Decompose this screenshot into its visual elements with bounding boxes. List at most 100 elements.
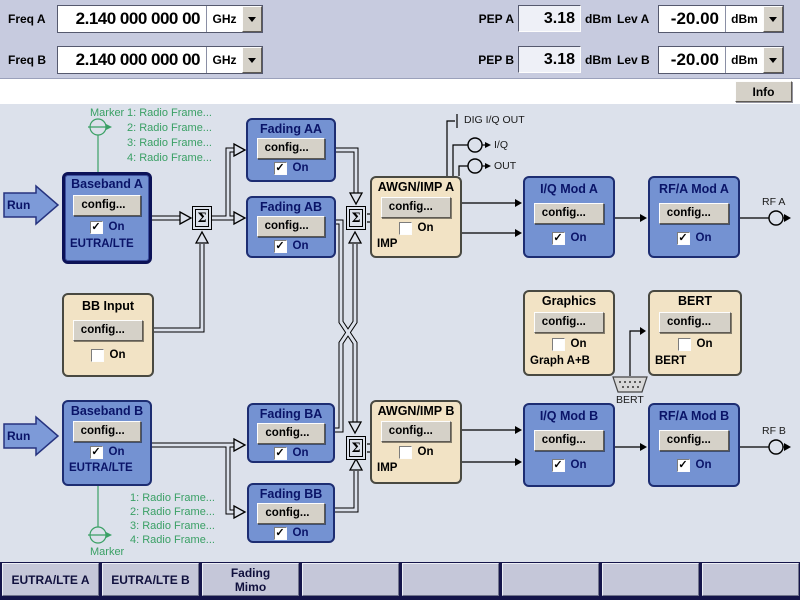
softkey-eutra-lte-a[interactable]: EUTRA/LTE A bbox=[2, 563, 99, 596]
config-button[interactable]: config... bbox=[659, 312, 731, 333]
on-label: On bbox=[293, 527, 309, 539]
on-checkbox[interactable]: ✓ bbox=[552, 459, 565, 472]
block-baseband-a[interactable]: Baseband A config... ✓ On EUTRA/LTE bbox=[62, 172, 152, 264]
block-graphics[interactable]: Graphics config... On Graph A+B bbox=[523, 290, 615, 376]
softkey-8[interactable] bbox=[702, 563, 799, 596]
block-fading-bb[interactable]: Fading BB config... ✓ On bbox=[247, 483, 335, 543]
bert-connector-icon bbox=[613, 377, 647, 392]
on-checkbox[interactable]: ✓ bbox=[274, 240, 287, 253]
on-checkbox[interactable]: ✓ bbox=[677, 232, 690, 245]
on-label: On bbox=[571, 459, 587, 471]
marker-a-line-1: 1: Radio Frame... bbox=[127, 107, 212, 119]
block-title: Fading BA bbox=[260, 407, 323, 421]
sum-node-stream-a: Σ bbox=[346, 206, 366, 230]
on-checkbox[interactable]: ✓ bbox=[274, 162, 287, 175]
block-rf-mod-b[interactable]: RF/A Mod B config... ✓ On bbox=[648, 403, 740, 487]
on-checkbox[interactable]: ✓ bbox=[274, 447, 287, 460]
bert-connector-label: BERT bbox=[616, 394, 644, 406]
block-title: AWGN/IMP A bbox=[378, 180, 454, 194]
block-awgn-imp-b[interactable]: AWGN/IMP B config... On IMP bbox=[370, 400, 462, 484]
block-title: Fading AA bbox=[260, 122, 322, 136]
config-button[interactable]: config... bbox=[659, 203, 729, 224]
marker-b-line-1: 1: Radio Frame... bbox=[130, 492, 215, 504]
config-button[interactable]: config... bbox=[534, 430, 604, 451]
on-label: On bbox=[418, 222, 434, 234]
block-title: I/Q Mod A bbox=[540, 182, 598, 196]
iq-connector-label: I/Q bbox=[494, 139, 508, 151]
sum-node-stream-b: Σ bbox=[346, 436, 366, 460]
config-button[interactable]: config... bbox=[257, 503, 324, 524]
block-iq-mod-a[interactable]: I/Q Mod A config... ✓ On bbox=[523, 176, 615, 258]
on-label: On bbox=[571, 338, 587, 350]
config-button[interactable]: config... bbox=[73, 320, 143, 341]
block-title: Baseband A bbox=[71, 177, 143, 191]
block-title: I/Q Mod B bbox=[540, 409, 598, 423]
block-sublabel: IMP bbox=[377, 462, 397, 474]
config-button[interactable]: config... bbox=[534, 312, 604, 333]
block-awgn-imp-a[interactable]: AWGN/IMP A config... On IMP bbox=[370, 176, 462, 258]
block-title: AWGN/IMP B bbox=[378, 404, 455, 418]
on-checkbox[interactable] bbox=[91, 349, 104, 362]
config-button[interactable]: config... bbox=[659, 430, 729, 451]
block-sublabel: BERT bbox=[655, 355, 686, 367]
on-checkbox[interactable]: ✓ bbox=[274, 527, 287, 540]
softkey-6[interactable] bbox=[502, 563, 599, 596]
block-fading-ab[interactable]: Fading AB config... ✓On bbox=[246, 196, 336, 258]
on-label: On bbox=[293, 162, 309, 174]
block-title: RF/A Mod A bbox=[659, 182, 729, 196]
on-checkbox[interactable]: ✓ bbox=[90, 221, 103, 234]
block-title: Fading AB bbox=[260, 200, 322, 214]
softkey-bar: EUTRA/LTE A EUTRA/LTE B Fading Mimo bbox=[0, 562, 800, 600]
block-bert[interactable]: BERT config... On BERT bbox=[648, 290, 742, 376]
marker-a-line-4: 4: Radio Frame... bbox=[127, 152, 212, 164]
softkey-5[interactable] bbox=[402, 563, 499, 596]
rf-b-connector-label: RF B bbox=[762, 425, 786, 437]
block-fading-aa[interactable]: Fading AA config... ✓ On bbox=[246, 118, 336, 182]
block-title: Baseband B bbox=[71, 404, 143, 418]
block-title: BB Input bbox=[82, 299, 134, 313]
on-label: On bbox=[696, 459, 712, 471]
block-baseband-b[interactable]: Baseband B config... ✓On EUTRA/LTE bbox=[62, 400, 152, 486]
on-checkbox[interactable]: ✓ bbox=[552, 232, 565, 245]
sum-node-a-input: Σ bbox=[192, 206, 212, 230]
config-button[interactable]: config... bbox=[73, 421, 142, 442]
block-fading-ba[interactable]: Fading BA config... ✓ On bbox=[247, 403, 335, 463]
block-sublabel: IMP bbox=[377, 238, 397, 250]
marker-a-line-2: 2: Radio Frame... bbox=[127, 122, 212, 134]
on-checkbox[interactable] bbox=[399, 446, 412, 459]
on-checkbox[interactable]: ✓ bbox=[677, 459, 690, 472]
block-bb-input[interactable]: BB Input config... On bbox=[62, 293, 154, 377]
marker-a-label: Marker bbox=[90, 107, 124, 119]
config-button[interactable]: config... bbox=[257, 138, 326, 159]
config-button[interactable]: config... bbox=[257, 423, 324, 444]
on-label: On bbox=[109, 446, 125, 458]
block-iq-mod-b[interactable]: I/Q Mod B config... ✓ On bbox=[523, 403, 615, 487]
on-checkbox[interactable] bbox=[678, 338, 691, 351]
softkey-4[interactable] bbox=[302, 563, 399, 596]
config-button[interactable]: config... bbox=[257, 216, 326, 237]
block-sublabel: EUTRA/LTE bbox=[70, 238, 134, 250]
marker-a-line-3: 3: Radio Frame... bbox=[127, 137, 212, 149]
marker-b-label: Marker bbox=[90, 546, 124, 558]
on-label: On bbox=[110, 349, 126, 361]
softkey-fading-mimo[interactable]: Fading Mimo bbox=[202, 563, 299, 596]
config-button[interactable]: config... bbox=[534, 203, 604, 224]
softkey-7[interactable] bbox=[602, 563, 699, 596]
on-label: On bbox=[109, 221, 125, 233]
block-title: RF/A Mod B bbox=[659, 409, 729, 423]
on-checkbox[interactable]: ✓ bbox=[90, 446, 103, 459]
softkey-eutra-lte-b[interactable]: EUTRA/LTE B bbox=[102, 563, 199, 596]
block-rf-mod-a[interactable]: RF/A Mod A config... ✓ On bbox=[648, 176, 740, 258]
block-title: Fading BB bbox=[260, 487, 323, 501]
on-label: On bbox=[571, 232, 587, 244]
on-label: On bbox=[293, 447, 309, 459]
on-label: On bbox=[418, 446, 434, 458]
run-indicator-b: Run bbox=[7, 429, 30, 443]
config-button[interactable]: config... bbox=[381, 197, 451, 218]
config-button[interactable]: config... bbox=[381, 421, 451, 442]
on-checkbox[interactable] bbox=[399, 222, 412, 235]
config-button[interactable]: config... bbox=[73, 195, 140, 216]
on-label: On bbox=[696, 232, 712, 244]
dig-iq-out-label: DIG I/Q OUT bbox=[464, 114, 525, 126]
on-checkbox[interactable] bbox=[552, 338, 565, 351]
